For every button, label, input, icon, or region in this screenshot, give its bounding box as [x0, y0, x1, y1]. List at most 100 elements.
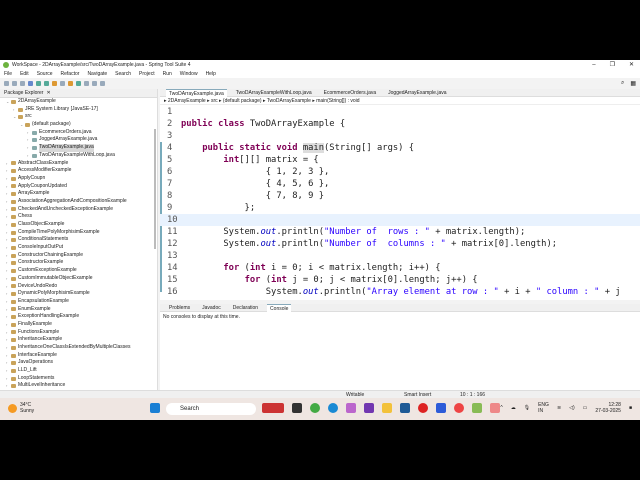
- code-line[interactable]: 10: [160, 214, 640, 226]
- app-icon[interactable]: [472, 403, 482, 413]
- tree-item[interactable]: › ExceptionHandlingExample: [0, 313, 157, 321]
- tree-item[interactable]: › EncapsulationExample: [0, 298, 157, 306]
- tree-item[interactable]: › LoopStatements: [0, 375, 157, 383]
- tree-item[interactable]: › FinallyExample: [0, 321, 157, 329]
- tab-console[interactable]: Console: [267, 303, 292, 312]
- tree-item[interactable]: › InheritanceOneClassIsExtendedByMultiple…: [0, 344, 157, 352]
- save-all-icon[interactable]: [20, 80, 25, 86]
- close-button[interactable]: ✕: [629, 60, 634, 70]
- code-line[interactable]: 6 { 1, 2, 3 },: [160, 166, 640, 178]
- tree-item[interactable]: › CheckedAndUncheckedExceptionExample: [0, 206, 157, 214]
- menu-search[interactable]: Search: [115, 71, 131, 77]
- forward-icon[interactable]: [100, 80, 105, 86]
- code-line[interactable]: 1: [160, 106, 640, 118]
- tree-item[interactable]: › InheritanceExample: [0, 336, 157, 344]
- tree-item[interactable]: › TwoDArrayExample.java: [0, 144, 157, 152]
- tree-item[interactable]: › DynamicPolyMorphisimExample: [0, 290, 157, 298]
- tree-item[interactable]: › JoggedArrayExample.java: [0, 136, 157, 144]
- tree-item[interactable]: › DeviceUndoRedo: [0, 283, 157, 291]
- code-line[interactable]: 5 int[][] matrix = {: [160, 154, 640, 166]
- external-tools-icon[interactable]: [52, 80, 57, 86]
- store-icon[interactable]: [400, 403, 410, 413]
- widgets-icon[interactable]: [262, 403, 284, 413]
- task-view-icon[interactable]: [292, 403, 302, 413]
- editor-tab[interactable]: TwoDArrayExample.java: [166, 88, 227, 97]
- tree-item[interactable]: › CustomImmutableObjectExample: [0, 275, 157, 283]
- editor-tab[interactable]: EcommerceOrders.java: [321, 89, 380, 97]
- zoom-icon[interactable]: [436, 403, 446, 413]
- mic-icon[interactable]: 🎙: [524, 405, 530, 411]
- weather-widget[interactable]: 34°C Sunny: [8, 402, 34, 414]
- tree-item[interactable]: › ArrayExample: [0, 190, 157, 198]
- open-type-icon[interactable]: [68, 80, 73, 86]
- code-line[interactable]: 12 System.out.println("Number of columns…: [160, 238, 640, 250]
- next-annotation-icon[interactable]: [84, 80, 89, 86]
- tree-item[interactable]: › AssociationAggregationAndCompositionExa…: [0, 198, 157, 206]
- code-line[interactable]: 9 };: [160, 202, 640, 214]
- search-icon[interactable]: ⌕: [621, 80, 624, 87]
- tree-item[interactable]: › AccessModifierExample: [0, 167, 157, 175]
- tree-item[interactable]: ⌄ 2DArrayExample: [0, 98, 157, 106]
- search-tool-icon[interactable]: [76, 80, 81, 86]
- onenote-icon[interactable]: [364, 403, 374, 413]
- minimize-button[interactable]: –: [592, 60, 595, 70]
- spring-tool-suite-icon[interactable]: [310, 403, 320, 413]
- package-explorer-scrollbar[interactable]: [154, 129, 156, 249]
- tree-item[interactable]: › JavaOperations: [0, 359, 157, 367]
- tree-item[interactable]: › ConstructorExample: [0, 259, 157, 267]
- windows-start-icon[interactable]: [150, 403, 160, 413]
- tree-item[interactable]: › ApplyCoupn: [0, 175, 157, 183]
- wifi-icon[interactable]: ≋: [557, 405, 561, 411]
- code-line[interactable]: 16 System.out.println("Array element at …: [160, 286, 640, 298]
- debug-icon[interactable]: [28, 80, 33, 86]
- language-indicator[interactable]: ENG IN: [538, 402, 549, 414]
- menu-source[interactable]: Source: [37, 71, 53, 77]
- back-icon[interactable]: [92, 80, 97, 86]
- run-last-icon[interactable]: [44, 80, 49, 86]
- tree-item[interactable]: › Chess: [0, 213, 157, 221]
- tree-item[interactable]: › EnumExample: [0, 306, 157, 314]
- tree-item[interactable]: › ConstructorChainingExample: [0, 252, 157, 260]
- save-icon[interactable]: [12, 80, 17, 86]
- recorder-icon[interactable]: [418, 403, 428, 413]
- code-line[interactable]: 15 for (int j = 0; j < matrix[0].length;…: [160, 274, 640, 286]
- package-explorer-close[interactable]: ✕: [46, 90, 50, 96]
- tree-item[interactable]: › JRE System Library [JavaSE-17]: [0, 106, 157, 114]
- maximize-button[interactable]: ❐: [610, 60, 615, 70]
- new-java-project-icon[interactable]: [60, 80, 65, 86]
- tree-item[interactable]: › ConsoleInputOutPut: [0, 244, 157, 252]
- tree-item[interactable]: › ClassObjectExample: [0, 221, 157, 229]
- breadcrumb[interactable]: ▸ 2DArrayExample ▸ src ▸ (default packag…: [160, 97, 640, 105]
- copilot-icon[interactable]: [346, 403, 356, 413]
- cloud-icon[interactable]: ☁: [511, 405, 516, 411]
- volume-icon[interactable]: ◁): [569, 405, 575, 411]
- edge-icon[interactable]: [328, 403, 338, 413]
- tab-problems[interactable]: Problems: [166, 304, 193, 312]
- menu-navigate[interactable]: Navigate: [87, 71, 107, 77]
- menu-window[interactable]: Window: [180, 71, 198, 77]
- code-area[interactable]: 1 2 public class TwoDArrayExample {3 4 publ…: [160, 106, 640, 298]
- tree-item[interactable]: › CustomExceptionExample: [0, 267, 157, 275]
- code-line[interactable]: 8 { 7, 8, 9 }: [160, 190, 640, 202]
- tree-item[interactable]: › MultiLevelInheritance: [0, 382, 157, 390]
- battery-icon[interactable]: ▭: [583, 405, 588, 411]
- menu-refactor[interactable]: Refactor: [61, 71, 80, 77]
- tree-item[interactable]: › LLD_Lift: [0, 367, 157, 375]
- menu-project[interactable]: Project: [139, 71, 155, 77]
- editor-tab[interactable]: TwoDArrayExampleWithLoop.java: [233, 89, 315, 97]
- tree-item[interactable]: ⌄ (default package): [0, 121, 157, 129]
- editor-tab[interactable]: JoggedArrayExample.java: [385, 89, 449, 97]
- menu-help[interactable]: Help: [206, 71, 216, 77]
- menu-run[interactable]: Run: [163, 71, 172, 77]
- code-line[interactable]: 4 public static void main(String[] args)…: [160, 142, 640, 154]
- code-line[interactable]: 11 System.out.println("Number of rows : …: [160, 226, 640, 238]
- code-line[interactable]: 2 public class TwoDArrayExample {: [160, 118, 640, 130]
- tree-item[interactable]: ⌄ src: [0, 113, 157, 121]
- new-icon[interactable]: [4, 80, 9, 86]
- clock[interactable]: 12:28 27-03-2025: [595, 402, 621, 414]
- tree-item[interactable]: › FunctionsExample: [0, 329, 157, 337]
- tree-item[interactable]: › CompileTimePolyMorphisimExample: [0, 229, 157, 237]
- menu-edit[interactable]: Edit: [20, 71, 29, 77]
- chrome-icon[interactable]: [454, 403, 464, 413]
- taskbar-search[interactable]: Search: [166, 403, 256, 415]
